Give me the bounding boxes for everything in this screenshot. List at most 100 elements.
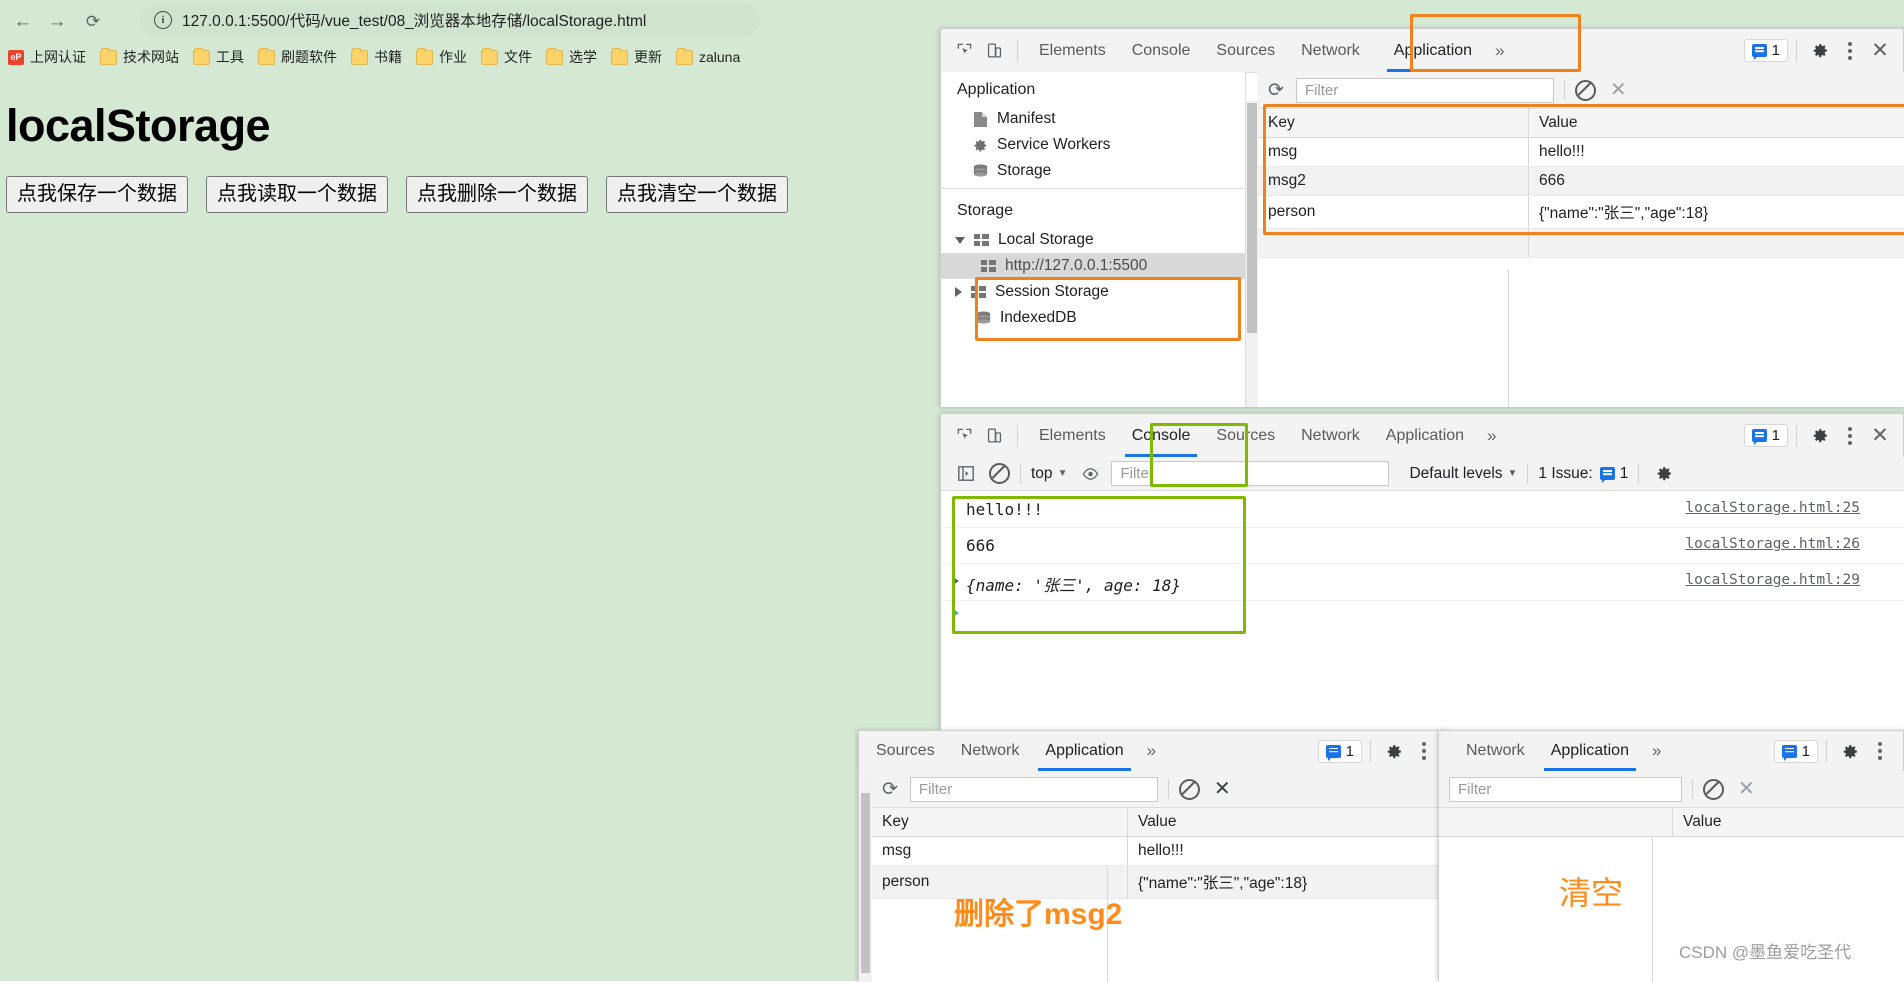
gear-icon[interactable] <box>1805 422 1835 450</box>
chevron-right-icon[interactable] <box>955 287 962 297</box>
reload-button[interactable]: ⟳ <box>78 6 108 36</box>
delete-selected-icon[interactable]: ✕ <box>1214 779 1231 799</box>
bookmark-item[interactable]: 书籍 <box>351 47 402 67</box>
issues-label[interactable]: 1 Issue: <box>1538 465 1592 483</box>
panel3-scrollbar-track[interactable] <box>859 771 872 982</box>
table-row[interactable]: msg hello!!! <box>1258 138 1904 167</box>
context-selector[interactable]: top <box>1031 465 1053 483</box>
table-empty-row[interactable] <box>1258 229 1904 258</box>
close-icon[interactable]: ✕ <box>1865 37 1895 65</box>
cell-value[interactable]: 666 <box>1529 167 1904 196</box>
column-header-value[interactable]: Value <box>1529 109 1904 138</box>
kebab-menu-icon[interactable] <box>1865 737 1895 765</box>
bookmark-item[interactable]: 技术网站 <box>100 47 179 67</box>
bookmark-item[interactable]: eP 上网认证 <box>8 47 86 67</box>
gear-icon[interactable] <box>1835 737 1865 765</box>
issues-chip[interactable]: 1 <box>1774 740 1818 763</box>
filter-input[interactable]: Filter <box>910 777 1158 802</box>
info-circle-icon[interactable]: i <box>154 11 172 29</box>
chevron-down-icon[interactable] <box>955 237 965 244</box>
bookmark-item[interactable]: 文件 <box>481 47 532 67</box>
expand-arrow-icon[interactable] <box>953 577 959 585</box>
device-toolbar-icon[interactable] <box>979 37 1009 65</box>
cell-key[interactable]: msg2 <box>1258 167 1529 196</box>
tab-network[interactable]: Network <box>1288 414 1373 457</box>
console-message-row[interactable]: {name: '张三', age: 18} localStorage.html:… <box>941 564 1904 601</box>
live-expression-icon[interactable] <box>1075 460 1105 488</box>
delete-selected-icon[interactable]: ✕ <box>1738 779 1755 799</box>
kebab-menu-icon[interactable] <box>1409 737 1439 765</box>
chevron-down-icon[interactable]: ▼ <box>1058 468 1068 479</box>
device-toolbar-icon[interactable] <box>979 422 1009 450</box>
column-header-key[interactable]: Key <box>872 808 1128 837</box>
inspect-element-icon[interactable] <box>949 37 979 65</box>
delete-data-button[interactable]: 点我删除一个数据 <box>406 176 588 213</box>
column-header-key[interactable] <box>1439 808 1673 837</box>
log-levels-selector[interactable]: Default levels <box>1409 465 1502 483</box>
console-message-source[interactable]: localStorage.html:29 <box>1685 572 1860 588</box>
issues-chip[interactable]: 1 <box>1744 424 1788 447</box>
tab-elements[interactable]: Elements <box>1026 29 1119 72</box>
column-header-value[interactable]: Value <box>1673 808 1904 837</box>
table-row[interactable]: msg hello!!! <box>872 837 1449 866</box>
console-message-source[interactable]: localStorage.html:26 <box>1685 536 1860 552</box>
console-message-source[interactable]: localStorage.html:25 <box>1685 500 1860 516</box>
console-message-row[interactable]: hello!!! localStorage.html:25 <box>941 491 1904 528</box>
kebab-menu-icon[interactable] <box>1835 422 1865 450</box>
filter-input[interactable]: Filter <box>1296 78 1554 103</box>
bookmark-item[interactable]: 刷题软件 <box>258 47 337 67</box>
clear-data-button[interactable]: 点我清空一个数据 <box>606 176 788 213</box>
bookmark-item[interactable]: 作业 <box>416 47 467 67</box>
chevron-double-right-icon[interactable]: » <box>1477 426 1506 446</box>
tab-network[interactable]: Network <box>1288 29 1373 72</box>
delete-selected-icon[interactable]: ✕ <box>1610 80 1627 100</box>
cell-key-empty[interactable] <box>1258 229 1529 258</box>
address-bar[interactable]: i 127.0.0.1:5500/代码/vue_test/08_浏览器本地存储/… <box>140 5 760 35</box>
save-data-button[interactable]: 点我保存一个数据 <box>6 176 188 213</box>
cell-value[interactable]: {"name":"张三","age":18} <box>1128 866 1449 899</box>
forward-button[interactable]: → <box>42 6 72 36</box>
tab-console[interactable]: Console <box>1119 29 1204 72</box>
inspect-element-icon[interactable] <box>949 422 979 450</box>
read-data-button[interactable]: 点我读取一个数据 <box>206 176 388 213</box>
refresh-icon[interactable]: ⟳ <box>882 780 898 799</box>
gear-icon[interactable] <box>1379 737 1409 765</box>
panel3-scrollbar-thumb[interactable] <box>861 793 870 973</box>
tab-network[interactable]: Network <box>1453 731 1538 771</box>
chevron-double-right-icon[interactable]: » <box>1642 741 1671 761</box>
issues-chip[interactable]: 1 <box>1318 740 1362 763</box>
console-filter-input[interactable]: Filter <box>1111 461 1389 486</box>
table-row[interactable]: person {"name":"张三","age":18} <box>1258 196 1904 229</box>
console-sidebar-icon[interactable] <box>951 460 981 488</box>
sidebar-scrollbar-track[interactable] <box>1246 101 1258 407</box>
tab-console[interactable]: Console <box>1119 414 1204 457</box>
cell-key[interactable]: msg <box>872 837 1128 866</box>
console-message-row[interactable]: 666 localStorage.html:26 <box>941 528 1904 564</box>
cell-value[interactable]: hello!!! <box>1128 837 1449 866</box>
bookmark-item[interactable]: 工具 <box>193 47 244 67</box>
cell-value-empty[interactable] <box>1529 229 1904 258</box>
issues-chip[interactable]: 1 <box>1744 39 1788 62</box>
clear-console-icon[interactable] <box>989 463 1010 484</box>
column-header-value[interactable]: Value <box>1128 808 1449 837</box>
chevron-down-icon[interactable]: ▼ <box>1508 468 1518 479</box>
tab-application[interactable]: Application <box>1032 731 1136 771</box>
cell-value[interactable]: {"name":"张三","age":18} <box>1529 196 1904 229</box>
bookmark-item[interactable]: zaluna <box>676 49 740 65</box>
sidebar-item-local-storage[interactable]: Local Storage <box>941 227 1245 253</box>
gear-icon[interactable] <box>1805 37 1835 65</box>
tab-sources[interactable]: Sources <box>1203 29 1288 72</box>
sidebar-item-storage[interactable]: Storage <box>941 158 1245 184</box>
tab-application[interactable]: Application <box>1373 414 1477 457</box>
tab-sources[interactable]: Sources <box>1203 414 1288 457</box>
sidebar-item-localstorage-origin[interactable]: http://127.0.0.1:5500 <box>941 253 1245 279</box>
sidebar-scrollbar-thumb[interactable] <box>1247 103 1257 333</box>
back-button[interactable]: ← <box>8 6 38 36</box>
column-header-key[interactable]: Key <box>1258 109 1529 138</box>
clear-all-icon[interactable] <box>1575 80 1596 101</box>
bookmark-item[interactable]: 更新 <box>611 47 662 67</box>
cell-value[interactable]: hello!!! <box>1529 138 1904 167</box>
cell-key[interactable]: person <box>1258 196 1529 229</box>
clear-all-icon[interactable] <box>1703 779 1724 800</box>
gear-icon[interactable] <box>1649 460 1679 488</box>
